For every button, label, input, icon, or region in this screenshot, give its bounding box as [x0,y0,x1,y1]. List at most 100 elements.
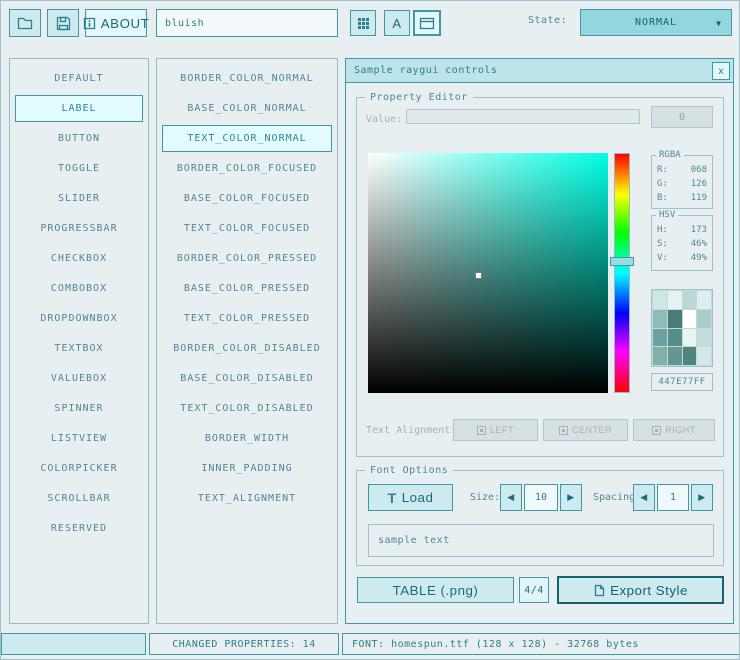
color-swatch[interactable] [653,329,667,347]
color-swatch[interactable] [697,310,711,328]
sample-window-toggle-button[interactable] [413,10,441,36]
controls-list-item[interactable]: COLORPICKER [15,455,143,482]
text-alignment-label: Text Alignment: [366,425,456,436]
align-center-button[interactable]: CENTER [543,419,628,441]
color-swatch[interactable] [697,291,711,309]
export-style-button[interactable]: Export Style [557,576,724,604]
color-saturation-value-panel[interactable] [368,153,608,393]
align-right-button[interactable]: RIGHT [633,419,715,441]
color-swatch[interactable] [697,347,711,365]
save-style-button[interactable] [47,9,79,37]
controls-list-item[interactable]: TOGGLE [15,155,143,182]
arrow-right-icon: ▶ [567,492,574,503]
controls-list-item[interactable]: RESERVED [15,515,143,542]
properties-list-item[interactable]: BASE_COLOR_NORMAL [162,95,332,122]
properties-list-item[interactable]: TEXT_COLOR_FOCUSED [162,215,332,242]
controls-list-item[interactable]: DROPDOWNBOX [15,305,143,332]
controls-list-item-selected[interactable]: LABEL [15,95,143,122]
chevron-down-icon: ▼ [716,19,722,28]
controls-list-item[interactable]: TEXTBOX [15,335,143,362]
align-center-label: CENTER [572,425,612,435]
properties-list-item[interactable]: BASE_COLOR_FOCUSED [162,185,332,212]
properties-list-item[interactable]: BASE_COLOR_DISABLED [162,365,332,392]
controls-list-item[interactable]: COMBOBOX [15,275,143,302]
value-number-box[interactable]: 0 [651,106,713,128]
close-icon: x [718,66,724,77]
color-swatch[interactable] [668,310,682,328]
properties-list-item[interactable]: BORDER_COLOR_DISABLED [162,335,332,362]
spacing-value-box[interactable]: 1 [657,484,689,511]
properties-list-item[interactable]: BORDER_WIDTH [162,425,332,452]
color-cursor[interactable] [475,272,482,279]
grid-icon [357,17,370,30]
controls-list-item[interactable]: SLIDER [15,185,143,212]
load-font-button[interactable]: T Load [368,484,453,511]
color-swatch[interactable] [653,291,667,309]
controls-list-item[interactable]: SPINNER [15,395,143,422]
controls-list-item[interactable]: SCROLLBAR [15,485,143,512]
properties-list-item-selected[interactable]: TEXT_COLOR_NORMAL [162,125,332,152]
properties-list-item[interactable]: BORDER_COLOR_PRESSED [162,245,332,272]
arrow-left-icon: ◀ [507,492,514,503]
color-swatch[interactable] [683,347,697,365]
hue-bar[interactable] [614,153,630,393]
properties-list-item[interactable]: INNER_PADDING [162,455,332,482]
r-value: 068 [691,163,707,177]
properties-list-item[interactable]: BORDER_COLOR_NORMAL [162,65,332,92]
save-icon [56,16,71,31]
size-value: 10 [535,492,547,503]
size-value-box[interactable]: 10 [524,484,558,511]
state-dropdown[interactable]: NORMAL ▼ [580,9,732,36]
hsv-label: HSV [656,210,678,220]
export-format-dropdown[interactable]: TABLE (.png) [357,577,514,603]
sample-window-titlebar[interactable]: Sample raygui controls [346,59,733,83]
color-swatch[interactable] [668,329,682,347]
rguistyler-window: ABOUT A State: NORMAL ▼ DEFAULT LABEL [0,0,740,660]
spacing-value: 1 [670,492,676,503]
size-decrement-button[interactable]: ◀ [500,484,522,511]
font-settings-button[interactable]: A [384,10,410,36]
export-counter-box[interactable]: 4/4 [519,577,549,603]
controls-list-item[interactable]: BUTTON [15,125,143,152]
align-left-button[interactable]: LEFT [453,419,538,441]
sample-window-title: Sample raygui controls [354,65,497,76]
color-swatch[interactable] [683,291,697,309]
size-increment-button[interactable]: ▶ [560,484,582,511]
color-swatch[interactable] [653,347,667,365]
color-swatch[interactable] [697,329,711,347]
color-swatch[interactable] [683,329,697,347]
v-label: V: [657,251,668,265]
properties-list-item[interactable]: TEXT_COLOR_DISABLED [162,395,332,422]
about-button[interactable]: ABOUT [85,9,147,37]
spacing-increment-button[interactable]: ▶ [691,484,713,511]
properties-list-item[interactable]: TEXT_COLOR_PRESSED [162,305,332,332]
style-table-button[interactable] [350,10,376,36]
color-swatch[interactable] [668,291,682,309]
window-icon [419,17,435,30]
properties-list-item[interactable]: BORDER_COLOR_FOCUSED [162,155,332,182]
properties-list: BORDER_COLOR_NORMAL BASE_COLOR_NORMAL TE… [156,58,338,624]
sample-text-box[interactable]: sample text [368,524,714,557]
g-value: 126 [691,177,707,191]
value-slider[interactable] [406,109,640,124]
controls-list-item[interactable]: LISTVIEW [15,425,143,452]
v-value: 49% [691,251,707,265]
hue-slider-handle[interactable] [610,257,634,266]
font-t-icon: T [388,490,397,506]
controls-list-item[interactable]: CHECKBOX [15,245,143,272]
properties-list-item[interactable]: BASE_COLOR_PRESSED [162,275,332,302]
color-swatch[interactable] [683,310,697,328]
open-style-button[interactable] [9,9,41,37]
hex-value-box[interactable]: 447E77FF [651,373,713,391]
properties-list-item[interactable]: TEXT_ALIGNMENT [162,485,332,512]
changed-properties-text: CHANGED PROPERTIES: 14 [172,639,315,650]
spacing-decrement-button[interactable]: ◀ [633,484,655,511]
controls-list-item[interactable]: PROGRESSBAR [15,215,143,242]
close-button[interactable]: x [712,62,730,80]
controls-list-item[interactable]: DEFAULT [15,65,143,92]
color-swatch[interactable] [668,347,682,365]
color-swatch[interactable] [653,310,667,328]
style-name-input[interactable] [156,9,338,37]
rgba-values-box: RGBA R:068 G:126 B:119 [651,155,713,209]
controls-list-item[interactable]: VALUEBOX [15,365,143,392]
